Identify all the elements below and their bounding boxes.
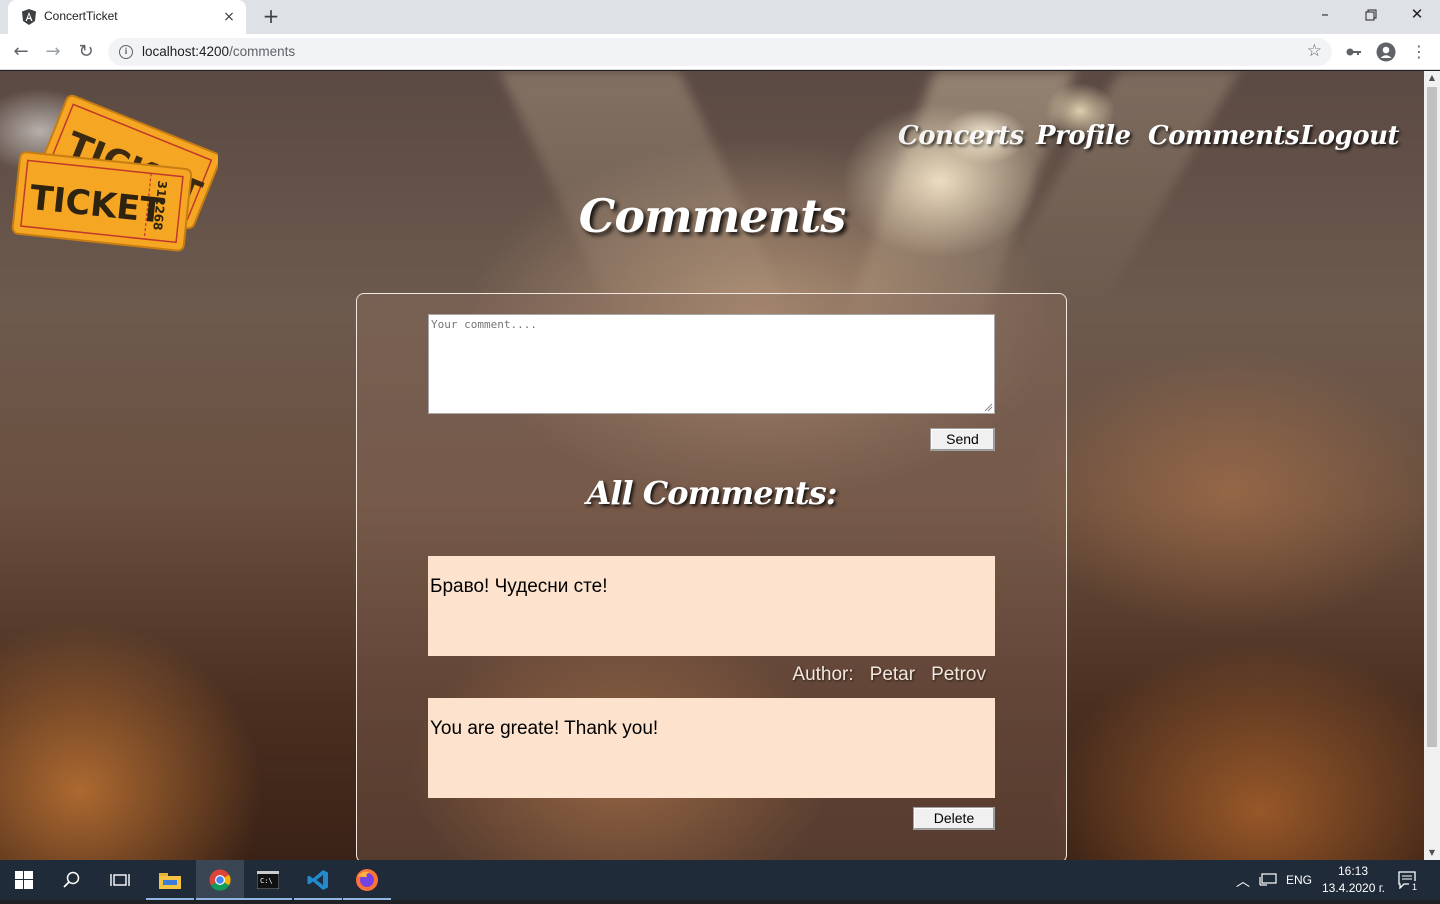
- url-text[interactable]: localhost:4200/comments: [142, 44, 295, 59]
- resize-grip-icon[interactable]: [983, 402, 993, 412]
- browser-tab-strip: ConcertTicket × + – ✕: [0, 0, 1440, 34]
- svg-text:C:\: C:\: [260, 877, 273, 885]
- tray-chevron-icon[interactable]: ︿: [1236, 871, 1250, 891]
- bookmark-star-icon[interactable]: ☆: [1307, 41, 1322, 61]
- windows-taskbar: C:\ ︿ ENG 16:13 13.4.2020 г. 1: [0, 860, 1440, 900]
- page-title: Comments: [578, 189, 847, 243]
- author-first-name: Petar: [869, 664, 916, 685]
- close-window-icon[interactable]: ✕: [1394, 0, 1440, 30]
- key-icon[interactable]: [1341, 39, 1367, 65]
- scroll-thumb[interactable]: [1427, 87, 1437, 747]
- delete-button[interactable]: Delete: [913, 807, 995, 830]
- notification-count: 1: [1409, 881, 1420, 893]
- clock-time[interactable]: 16:13: [1338, 864, 1368, 878]
- page-scrollbar[interactable]: ▲ ▼: [1424, 71, 1440, 860]
- forward-icon[interactable]: →: [40, 39, 66, 65]
- windows-icon: [15, 871, 33, 889]
- start-button[interactable]: [0, 860, 48, 900]
- clock-date[interactable]: 13.4.2020 г.: [1322, 881, 1385, 895]
- nav-concerts[interactable]: Concerts: [898, 121, 1024, 151]
- author-last-name: Petrov: [931, 664, 986, 685]
- comment-text: Браво! Чудесни сте!: [430, 576, 608, 597]
- language-indicator[interactable]: ENG: [1286, 873, 1312, 887]
- main-nav: Concerts Profile Comments Logout: [880, 121, 1400, 161]
- task-view-icon[interactable]: [96, 860, 144, 900]
- comment-text: You are greate! Thank you!: [430, 718, 659, 739]
- send-button[interactable]: Send: [930, 428, 995, 451]
- vscode-icon[interactable]: [294, 860, 342, 900]
- comment-author: Author: Petar Petrov: [776, 664, 986, 686]
- nav-profile[interactable]: Profile: [1036, 121, 1131, 151]
- menu-icon[interactable]: ⋮: [1406, 39, 1432, 65]
- browser-tab[interactable]: ConcertTicket ×: [8, 0, 246, 34]
- profile-icon[interactable]: [1373, 39, 1399, 65]
- network-icon[interactable]: [1259, 873, 1277, 887]
- all-comments-title: All Comments:: [586, 474, 837, 512]
- scroll-down-icon[interactable]: ▼: [1424, 846, 1440, 860]
- nav-logout[interactable]: Logout: [1300, 121, 1400, 151]
- search-icon[interactable]: [48, 860, 96, 900]
- firefox-icon[interactable]: [343, 860, 391, 900]
- comments-panel: Send All Comments: Браво! Чудесни сте! A…: [356, 293, 1067, 860]
- page-background: TICKET TICKET 312268 Concerts Profile Co…: [0, 71, 1424, 860]
- close-tab-icon[interactable]: ×: [220, 8, 238, 26]
- author-label: Author:: [792, 664, 854, 685]
- browser-toolbar: ← → ↻ i localhost:4200/comments ☆ ⋮: [0, 34, 1440, 70]
- angular-icon: [22, 9, 36, 25]
- comment-input[interactable]: [428, 314, 995, 414]
- file-explorer-icon[interactable]: [146, 860, 194, 900]
- info-icon[interactable]: i: [119, 45, 133, 59]
- back-icon[interactable]: ←: [8, 39, 34, 65]
- terminal-icon[interactable]: C:\: [244, 860, 292, 900]
- restore-icon[interactable]: [1348, 0, 1394, 30]
- nav-comments[interactable]: Comments: [1148, 121, 1300, 151]
- scroll-up-icon[interactable]: ▲: [1424, 71, 1440, 85]
- tab-title: ConcertTicket: [44, 9, 118, 23]
- address-bar[interactable]: i localhost:4200/comments ☆: [108, 38, 1332, 66]
- new-tab-button[interactable]: +: [259, 5, 283, 29]
- chrome-icon[interactable]: [196, 860, 244, 900]
- comment-card: You are greate! Thank you!: [428, 698, 995, 798]
- minimize-icon[interactable]: –: [1302, 0, 1348, 30]
- comment-card: Браво! Чудесни сте!: [428, 556, 995, 656]
- reload-icon[interactable]: ↻: [73, 39, 99, 65]
